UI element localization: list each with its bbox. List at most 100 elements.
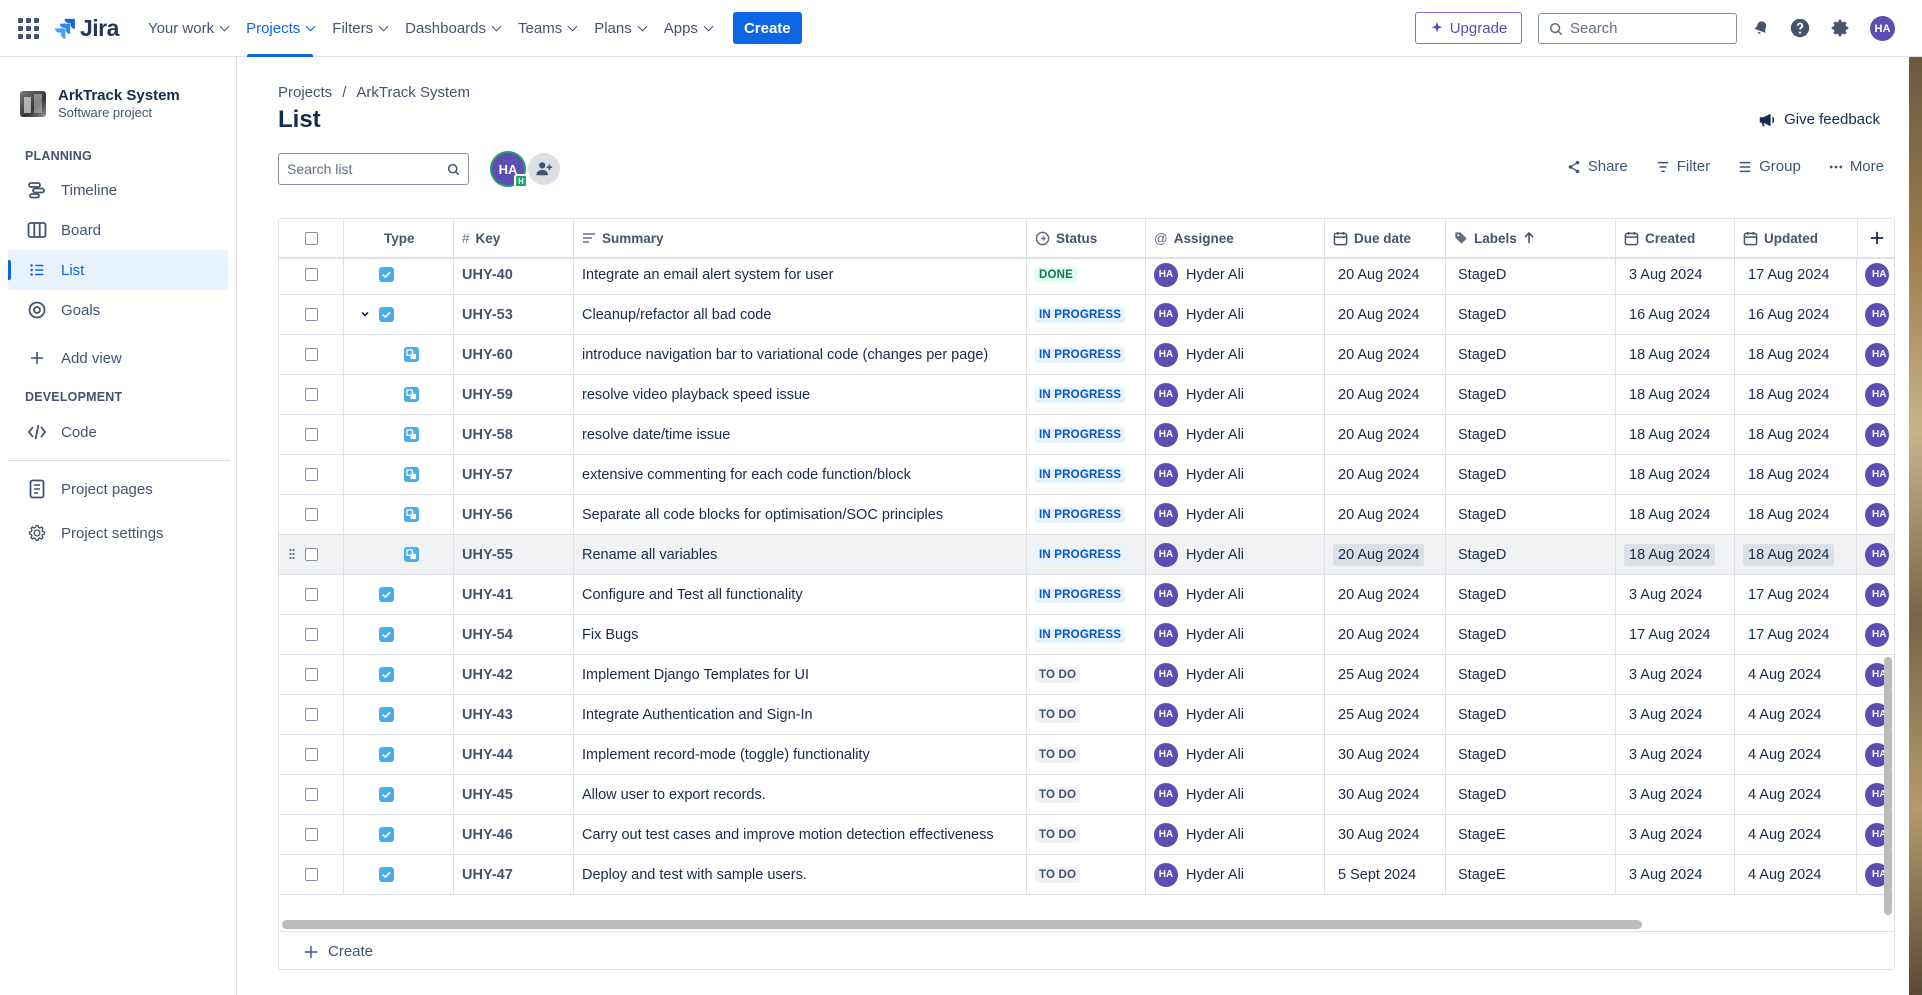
assignee-cell[interactable]: HA Hyder Ali [1146, 335, 1325, 374]
summary-cell[interactable]: Fix Bugs [574, 615, 1027, 654]
row-checkbox[interactable] [304, 308, 318, 321]
status-lozenge[interactable]: TO DO [1035, 706, 1081, 723]
assignee-cell[interactable]: HA Hyder Ali [1146, 295, 1325, 334]
summary-cell[interactable]: Carry out test cases and improve motion … [574, 815, 1027, 854]
status-lozenge[interactable]: IN PROGRESS [1035, 426, 1126, 443]
labels-cell[interactable]: StageE [1446, 855, 1616, 894]
row-checkbox[interactable] [304, 508, 318, 521]
summary-cell[interactable]: Allow user to export records. [574, 775, 1027, 814]
summary-cell[interactable]: resolve video playback speed issue [574, 375, 1027, 414]
summary-cell[interactable]: introduce navigation bar to variational … [574, 335, 1027, 374]
labels-cell[interactable]: StageD [1446, 335, 1616, 374]
project-header[interactable]: ArkTrack System Software project [20, 87, 180, 120]
nav-item-plans[interactable]: Plans [585, 0, 655, 57]
nav-item-teams[interactable]: Teams [509, 0, 585, 57]
issue-key-link[interactable]: UHY-59 [462, 387, 513, 403]
sidebar-item-list[interactable]: List [8, 250, 228, 290]
assignee-cell[interactable]: HA Hyder Ali [1146, 535, 1325, 574]
create-button[interactable]: Create [732, 12, 802, 44]
table-row[interactable]: UHY-41 Configure and Test all functionali… [279, 575, 1894, 615]
column-header-summary[interactable]: Summary [574, 219, 1027, 257]
chevron-down-icon[interactable] [359, 308, 371, 320]
issue-key-link[interactable]: UHY-43 [462, 707, 513, 723]
table-row[interactable]: UHY-43 Integrate Authentication and Sign-… [279, 695, 1894, 735]
row-checkbox[interactable] [304, 828, 318, 841]
jira-logo[interactable]: Jira [54, 15, 119, 42]
row-checkbox[interactable] [304, 428, 318, 441]
more-button[interactable]: More [1829, 158, 1884, 175]
due-date-cell[interactable]: 20 Aug 2024 [1325, 495, 1446, 534]
table-row[interactable]: UHY-45 Allow user to export records. TO DO… [279, 775, 1894, 815]
due-date-cell[interactable]: 20 Aug 2024 [1325, 295, 1446, 334]
horizontal-scrollbar-thumb[interactable] [282, 920, 1642, 929]
status-lozenge[interactable]: IN PROGRESS [1035, 626, 1126, 643]
status-lozenge[interactable]: TO DO [1035, 746, 1081, 763]
add-people-button[interactable] [528, 153, 560, 185]
due-date-cell[interactable]: 30 Aug 2024 [1325, 775, 1446, 814]
issue-key-link[interactable]: UHY-47 [462, 867, 513, 883]
row-checkbox[interactable] [304, 628, 318, 641]
summary-cell[interactable]: Implement Django Templates for UI [574, 655, 1027, 694]
column-header-updated[interactable]: Updated [1735, 219, 1857, 257]
group-button[interactable]: Group [1738, 158, 1801, 175]
give-feedback-button[interactable]: Give feedback [1758, 111, 1880, 128]
notifications-icon[interactable] [1749, 16, 1773, 40]
table-row[interactable]: UHY-54 Fix Bugs IN PROGRESS HA Hyder Ali 20 A… [279, 615, 1894, 655]
issue-key-link[interactable]: UHY-56 [462, 507, 513, 523]
status-lozenge[interactable]: TO DO [1035, 786, 1081, 803]
table-row[interactable]: UHY-47 Deploy and test with sample users.… [279, 855, 1894, 895]
labels-cell[interactable]: StageD [1446, 615, 1616, 654]
due-date-cell[interactable]: 25 Aug 2024 [1325, 655, 1446, 694]
search-list-input[interactable] [287, 161, 437, 177]
sidebar-item-project-settings[interactable]: Project settings [8, 513, 228, 553]
table-row[interactable]: UHY-53 Cleanup/refactor all bad code IN PR… [279, 295, 1894, 335]
nav-item-dashboards[interactable]: Dashboards [396, 0, 509, 57]
status-lozenge[interactable]: IN PROGRESS [1035, 586, 1126, 603]
status-lozenge[interactable]: IN PROGRESS [1035, 386, 1126, 403]
assignee-cell[interactable]: HA Hyder Ali [1146, 775, 1325, 814]
labels-cell[interactable]: StageD [1446, 255, 1616, 294]
labels-cell[interactable]: StageD [1446, 455, 1616, 494]
issue-key-link[interactable]: UHY-42 [462, 667, 513, 683]
summary-cell[interactable]: Rename all variables [574, 535, 1027, 574]
labels-cell[interactable]: StageD [1446, 375, 1616, 414]
assignee-cell[interactable]: HA Hyder Ali [1146, 815, 1325, 854]
status-lozenge[interactable]: IN PROGRESS [1035, 466, 1126, 483]
issue-key-link[interactable]: UHY-40 [462, 267, 513, 283]
labels-cell[interactable]: StageD [1446, 575, 1616, 614]
due-date-cell[interactable]: 20 Aug 2024 [1325, 335, 1446, 374]
create-issue-button[interactable]: Create [279, 931, 1894, 969]
issue-key-link[interactable]: UHY-44 [462, 747, 513, 763]
status-lozenge[interactable]: IN PROGRESS [1035, 506, 1126, 523]
table-row[interactable]: UHY-46 Carry out test cases and improve m… [279, 815, 1894, 855]
nav-item-apps[interactable]: Apps [655, 0, 721, 57]
row-checkbox[interactable] [304, 588, 318, 601]
sidebar-item-code[interactable]: Code [8, 412, 228, 452]
summary-cell[interactable]: Integrate an email alert system for user [574, 255, 1027, 294]
table-row[interactable]: UHY-44 Implement record-mode (toggle) fun… [279, 735, 1894, 775]
breadcrumb-projects[interactable]: Projects [278, 84, 332, 101]
labels-cell[interactable]: StageD [1446, 495, 1616, 534]
issue-key-link[interactable]: UHY-53 [462, 307, 513, 323]
nav-item-filters[interactable]: Filters [323, 0, 396, 57]
summary-cell[interactable]: Deploy and test with sample users. [574, 855, 1027, 894]
due-date-cell[interactable]: 20 Aug 2024 [1325, 615, 1446, 654]
labels-cell[interactable]: StageD [1446, 415, 1616, 454]
sidebar-item-project-pages[interactable]: Project pages [8, 469, 228, 509]
assignee-filter-avatar[interactable]: HA H [490, 151, 528, 188]
assignee-cell[interactable]: HA Hyder Ali [1146, 415, 1325, 454]
due-date-cell[interactable]: 5 Sept 2024 [1325, 855, 1446, 894]
user-avatar[interactable]: HA [1870, 16, 1895, 41]
row-checkbox[interactable] [304, 388, 318, 401]
assignee-cell[interactable]: HA Hyder Ali [1146, 735, 1325, 774]
assignee-cell[interactable]: HA Hyder Ali [1146, 575, 1325, 614]
due-date-cell[interactable]: 20 Aug 2024 [1325, 415, 1446, 454]
status-lozenge[interactable]: IN PROGRESS [1035, 346, 1126, 363]
due-date-cell[interactable]: 20 Aug 2024 [1325, 255, 1446, 294]
table-row[interactable]: UHY-58 resolve date/time issue IN PROGRESS… [279, 415, 1894, 455]
row-checkbox[interactable] [304, 468, 318, 481]
assignee-cell[interactable]: HA Hyder Ali [1146, 655, 1325, 694]
summary-cell[interactable]: extensive commenting for each code funct… [574, 455, 1027, 494]
row-checkbox[interactable] [304, 668, 318, 681]
issue-key-link[interactable]: UHY-60 [462, 347, 513, 363]
